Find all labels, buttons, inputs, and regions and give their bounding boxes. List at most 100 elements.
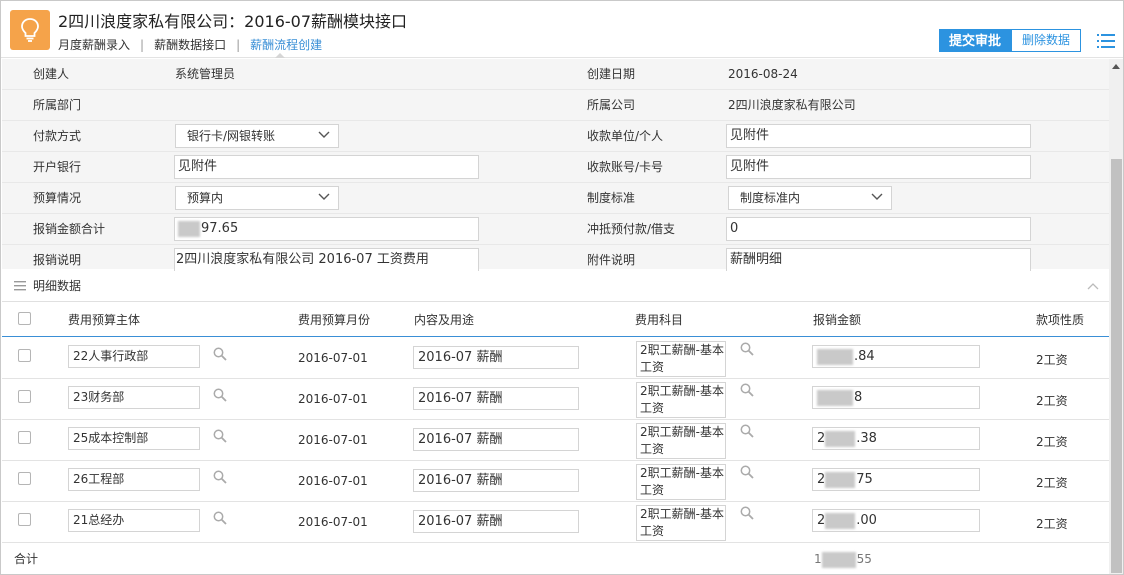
nature-cell: 2工资 bbox=[1036, 476, 1068, 490]
month-cell: 2016-07-01 bbox=[298, 433, 368, 447]
detail-section-header: 明细数据 bbox=[2, 271, 1109, 302]
amount-input[interactable]: 2.00 bbox=[812, 509, 980, 532]
entity-input[interactable]: 25成本控制部 bbox=[68, 427, 200, 450]
search-icon[interactable] bbox=[740, 424, 754, 438]
lightbulb-icon bbox=[21, 18, 39, 42]
submit-approval-button[interactable]: 提交审批 bbox=[939, 29, 1011, 52]
nature-cell: 2工资 bbox=[1036, 517, 1068, 531]
form-row-payment: 付款方式 银行卡/网银转账 收款单位/个人 见附件 bbox=[2, 121, 1109, 152]
redacted-mask bbox=[817, 389, 853, 406]
column-header-subject: 费用科目 bbox=[635, 313, 684, 327]
nav-monthly-salary-entry[interactable]: 月度薪酬录入 bbox=[58, 38, 130, 52]
entity-input[interactable]: 21总经办 bbox=[68, 509, 200, 532]
scrollbar-thumb[interactable] bbox=[1111, 159, 1122, 573]
form-row-creator: 创建人 系统管理员 创建日期 2016-08-24 bbox=[2, 59, 1109, 90]
chevron-up-icon[interactable] bbox=[1087, 282, 1099, 290]
amount-value: .84 bbox=[854, 349, 875, 364]
form-row-amount: 报销金额合计 97.65 冲抵预付款/借支 0 bbox=[2, 214, 1109, 245]
budget-label: 预算情况 bbox=[33, 191, 82, 205]
bank-label: 开户银行 bbox=[33, 160, 82, 174]
amount-input[interactable]: .84 bbox=[812, 345, 980, 368]
purpose-input[interactable]: 2016-07 薪酬 bbox=[413, 346, 579, 369]
offset-label: 冲抵预付款/借支 bbox=[587, 222, 676, 236]
bank-input[interactable]: 见附件 bbox=[174, 155, 479, 179]
search-icon[interactable] bbox=[740, 465, 754, 479]
nav-salary-process-create[interactable]: 薪酬流程创建 bbox=[250, 38, 322, 52]
created-date-value: 2016-08-24 bbox=[728, 67, 798, 81]
subject-field[interactable]: 2职工薪酬-基本工资 bbox=[636, 382, 726, 418]
entity-input[interactable]: 26工程部 bbox=[68, 468, 200, 491]
row-checkbox[interactable] bbox=[18, 513, 31, 526]
attach-input[interactable]: 薪酬明细 bbox=[726, 248, 1031, 272]
payment-method-select[interactable]: 银行卡/网银转账 bbox=[175, 124, 339, 148]
vertical-scrollbar[interactable] bbox=[1109, 59, 1123, 574]
table-row: 23财务部 2016-07-01 2016-07 薪酬 2职工薪酬-基本工资 8… bbox=[2, 379, 1109, 420]
payee-label: 收款单位/个人 bbox=[587, 129, 664, 143]
table-row: 26工程部 2016-07-01 2016-07 薪酬 2职工薪酬-基本工资 2… bbox=[2, 461, 1109, 502]
row-checkbox[interactable] bbox=[18, 349, 31, 362]
desc-input[interactable]: 2四川浪度家私有限公司 2016-07 工资费用 bbox=[174, 248, 479, 272]
table-footer: 合计 1 55 bbox=[2, 544, 1109, 574]
subject-field[interactable]: 2职工薪酬-基本工资 bbox=[636, 464, 726, 500]
amount-input[interactable]: 2 75 bbox=[812, 468, 980, 491]
purpose-input[interactable]: 2016-07 薪酬 bbox=[413, 469, 579, 492]
nav-separator: | bbox=[236, 38, 241, 52]
list-menu-icon[interactable] bbox=[1097, 33, 1115, 49]
chevron-down-icon bbox=[318, 131, 330, 138]
search-icon[interactable] bbox=[213, 470, 227, 484]
chevron-down-icon bbox=[318, 193, 330, 200]
search-icon[interactable] bbox=[213, 388, 227, 402]
row-checkbox[interactable] bbox=[18, 472, 31, 485]
nav-separator: | bbox=[140, 38, 145, 52]
sub-navigation: 月度薪酬录入 | 薪酬数据接口 | 薪酬流程创建 bbox=[58, 36, 322, 53]
amount-input[interactable]: 2.38 bbox=[812, 427, 980, 450]
company-value: 2四川浪度家私有限公司 bbox=[728, 98, 856, 112]
amount-value: 97.65 bbox=[201, 221, 239, 236]
subject-field[interactable]: 2职工薪酬-基本工资 bbox=[636, 423, 726, 459]
column-header-amount: 报销金额 bbox=[813, 313, 862, 327]
subject-field[interactable]: 2职工薪酬-基本工资 bbox=[636, 505, 726, 541]
search-icon[interactable] bbox=[213, 347, 227, 361]
search-icon[interactable] bbox=[213, 511, 227, 525]
purpose-input[interactable]: 2016-07 薪酬 bbox=[413, 510, 579, 533]
detail-section-title: 明细数据 bbox=[33, 279, 82, 293]
payment-method-value: 银行卡/网银转账 bbox=[187, 129, 276, 143]
standard-select[interactable]: 制度标准内 bbox=[728, 186, 892, 210]
offset-input[interactable]: 0 bbox=[726, 217, 1031, 241]
payee-input[interactable]: 见附件 bbox=[726, 124, 1031, 148]
redacted-mask bbox=[821, 551, 856, 568]
column-header-nature: 款项性质 bbox=[1036, 313, 1085, 327]
nav-salary-data-interface[interactable]: 薪酬数据接口 bbox=[154, 38, 226, 52]
search-icon[interactable] bbox=[213, 429, 227, 443]
active-tab-indicator bbox=[270, 53, 290, 58]
form-row-bank: 开户银行 见附件 收款账号/卡号 见附件 bbox=[2, 152, 1109, 183]
entity-input[interactable]: 22人事行政部 bbox=[68, 345, 200, 368]
account-input[interactable]: 见附件 bbox=[726, 155, 1031, 179]
amount-input[interactable]: 8 bbox=[812, 386, 980, 409]
search-icon[interactable] bbox=[740, 342, 754, 356]
chevron-down-icon bbox=[871, 193, 883, 200]
row-checkbox[interactable] bbox=[18, 390, 31, 403]
nature-cell: 2工资 bbox=[1036, 394, 1068, 408]
scroll-up-arrow-icon[interactable] bbox=[1112, 64, 1120, 69]
search-icon[interactable] bbox=[740, 383, 754, 397]
month-cell: 2016-07-01 bbox=[298, 392, 368, 406]
table-row: 22人事行政部 2016-07-01 2016-07 薪酬 2职工薪酬-基本工资… bbox=[2, 338, 1109, 379]
subject-field[interactable]: 2职工薪酬-基本工资 bbox=[636, 341, 726, 377]
delete-data-button[interactable]: 删除数据 bbox=[1011, 29, 1081, 52]
select-all-checkbox[interactable] bbox=[18, 312, 31, 325]
purpose-input[interactable]: 2016-07 薪酬 bbox=[413, 428, 579, 451]
row-checkbox[interactable] bbox=[18, 431, 31, 444]
month-cell: 2016-07-01 bbox=[298, 351, 368, 365]
app-logo bbox=[10, 10, 50, 50]
purpose-input[interactable]: 2016-07 薪酬 bbox=[413, 387, 579, 410]
budget-select[interactable]: 预算内 bbox=[175, 186, 339, 210]
entity-input[interactable]: 23财务部 bbox=[68, 386, 200, 409]
page-title: 2四川浪度家私有限公司：2016-07薪酬模块接口 bbox=[58, 12, 408, 31]
amount-input[interactable]: 97.65 bbox=[174, 217, 479, 241]
total-amount: 1 55 bbox=[814, 544, 872, 574]
column-header-entity: 费用预算主体 bbox=[68, 313, 141, 327]
standard-label: 制度标准 bbox=[587, 191, 636, 205]
search-icon[interactable] bbox=[740, 506, 754, 520]
page-header: 2四川浪度家私有限公司：2016-07薪酬模块接口 月度薪酬录入 | 薪酬数据接口 |… bbox=[1, 1, 1123, 58]
